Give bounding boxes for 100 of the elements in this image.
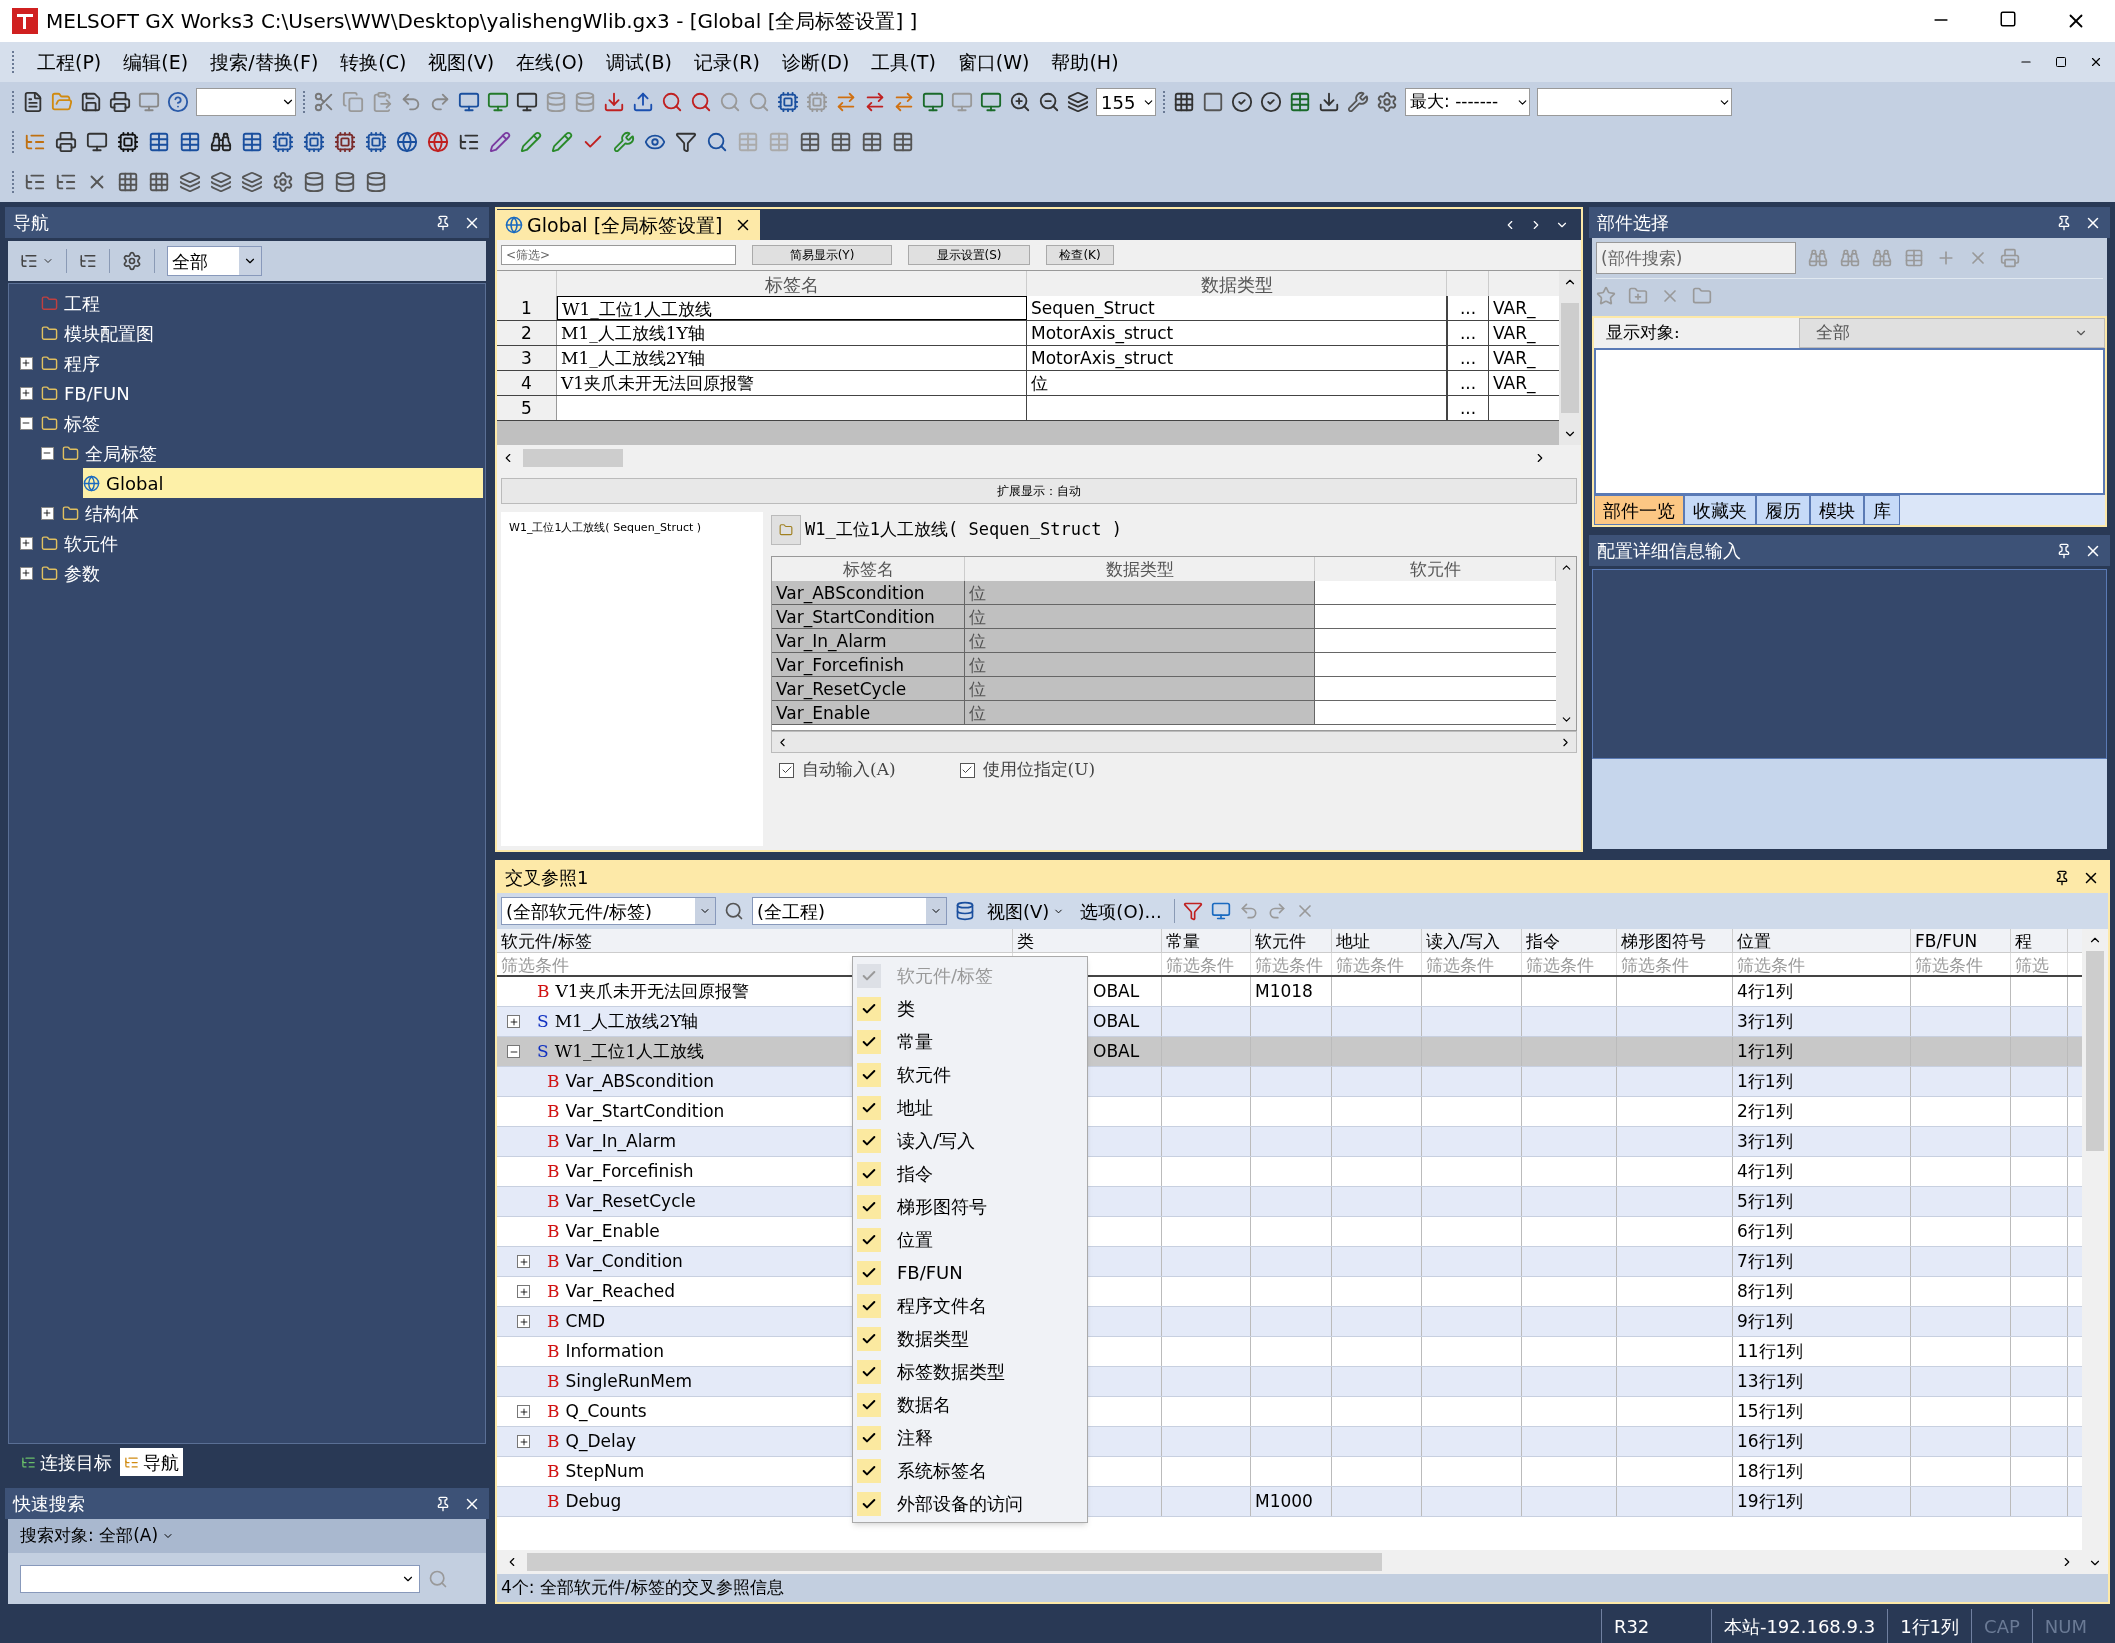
- scrollbar-thumb[interactable]: [2086, 951, 2104, 1151]
- pin-icon[interactable]: [2054, 869, 2070, 886]
- table-icon[interactable]: [241, 131, 263, 153]
- option-checkbox[interactable]: 使用位指定(U): [959, 757, 1096, 783]
- pin-icon[interactable]: [435, 214, 451, 231]
- collapse-toggle[interactable]: [40, 446, 54, 460]
- panel-tab[interactable]: 部件一览: [1594, 495, 1684, 525]
- monitor-icon[interactable]: [86, 131, 108, 153]
- expand-toggle[interactable]: [19, 536, 33, 550]
- expand-toggle[interactable]: [517, 1255, 530, 1268]
- menu-item[interactable]: 调试(B): [606, 47, 672, 77]
- search-icon[interactable]: [706, 131, 728, 153]
- table-icon[interactable]: [148, 131, 170, 153]
- database-icon[interactable]: [365, 171, 387, 193]
- panel-tab[interactable]: 模块: [1810, 495, 1864, 525]
- search-icon[interactable]: [724, 901, 744, 921]
- toolbar-button[interactable]: 简易显示(Y): [752, 245, 892, 265]
- printer-icon[interactable]: [55, 131, 77, 153]
- layers-icon[interactable]: [241, 171, 263, 193]
- checkbox[interactable]: [857, 1194, 881, 1219]
- browse-button[interactable]: ...: [1447, 321, 1489, 345]
- tree-item[interactable]: 软元件: [41, 528, 126, 558]
- settings-icon[interactable]: [1376, 91, 1398, 113]
- tree-item[interactable]: 标签: [41, 408, 108, 438]
- horizontal-scrollbar[interactable]: [771, 731, 1577, 753]
- checkbox[interactable]: [857, 996, 881, 1021]
- wrench-icon[interactable]: [613, 131, 635, 153]
- tree-item[interactable]: 程序: [41, 348, 108, 378]
- table-icon[interactable]: [179, 131, 201, 153]
- table-icon[interactable]: [861, 131, 883, 153]
- grid-icon[interactable]: [148, 171, 170, 193]
- printer-icon[interactable]: [109, 91, 131, 113]
- checkbox[interactable]: [857, 1392, 881, 1417]
- vertical-scrollbar[interactable]: [2082, 929, 2108, 1574]
- chip-icon[interactable]: [334, 131, 356, 153]
- menu-item[interactable]: 转换(C): [340, 47, 407, 77]
- collapse-toggle[interactable]: [19, 416, 33, 430]
- monitor-icon[interactable]: [458, 91, 480, 113]
- toolbar-menu[interactable]: 选项(O)...: [1076, 897, 1166, 925]
- chip-icon[interactable]: [117, 131, 139, 153]
- display-dropdown[interactable]: 全部: [1799, 318, 2105, 348]
- filter-dropdown[interactable]: 全部: [167, 246, 262, 276]
- menu-item[interactable]: 在线(O): [516, 47, 584, 77]
- toolbar-combo[interactable]: [1537, 88, 1732, 116]
- monitor-icon[interactable]: [980, 91, 1002, 113]
- menu-item[interactable]: 读入/写入: [853, 1124, 1087, 1157]
- panel-tab[interactable]: 连接目标: [17, 1448, 116, 1476]
- filter-icon[interactable]: [1182, 901, 1203, 921]
- layers-icon[interactable]: [1067, 91, 1089, 113]
- expand-toggle[interactable]: [19, 356, 33, 370]
- toolbar-button[interactable]: 显示设置(S): [908, 245, 1030, 265]
- filter-input[interactable]: <筛选>: [501, 245, 736, 265]
- checkbox[interactable]: [857, 1458, 881, 1483]
- checkbox[interactable]: [857, 1062, 881, 1087]
- monitor-icon[interactable]: [922, 91, 944, 113]
- layers-icon[interactable]: [210, 171, 232, 193]
- download-icon[interactable]: [1318, 91, 1340, 113]
- tree-item[interactable]: 结构体: [62, 498, 147, 528]
- scale-combo[interactable]: 最大: -------: [1405, 88, 1530, 116]
- grid-icon[interactable]: [1173, 91, 1195, 113]
- checkbox[interactable]: [857, 1359, 881, 1384]
- checkbox[interactable]: [857, 1425, 881, 1450]
- checkbox[interactable]: [959, 762, 975, 778]
- pencil-icon[interactable]: [520, 131, 542, 153]
- pin-icon[interactable]: [435, 1495, 451, 1512]
- vertical-scrollbar[interactable]: [1556, 557, 1576, 730]
- expand-toggle[interactable]: [517, 1405, 530, 1418]
- option-checkbox[interactable]: 自动输入(A): [779, 757, 896, 783]
- menu-item[interactable]: 外部设备的访问: [853, 1487, 1087, 1520]
- menu-item[interactable]: 视图(V): [428, 47, 495, 77]
- document-tab[interactable]: Global [全局标签设置]: [497, 210, 761, 240]
- panel-tab[interactable]: 导航: [120, 1448, 183, 1476]
- menu-item[interactable]: 搜索/替换(F): [210, 47, 319, 77]
- pencil-icon[interactable]: [489, 131, 511, 153]
- wrench-icon[interactable]: [1347, 91, 1369, 113]
- check-icon[interactable]: [1260, 91, 1282, 113]
- pin-icon[interactable]: [2056, 542, 2072, 559]
- checkbox[interactable]: [857, 1227, 881, 1252]
- tree-item[interactable]: 工程: [41, 288, 108, 318]
- menu-item[interactable]: 工程(P): [37, 47, 102, 77]
- panel-tab[interactable]: 履历: [1756, 495, 1810, 525]
- expand-toggle[interactable]: [40, 506, 54, 520]
- menu-item[interactable]: 系统标签名: [853, 1454, 1087, 1487]
- table-icon[interactable]: [830, 131, 852, 153]
- scrollbar-thumb[interactable]: [523, 448, 623, 467]
- checkbox[interactable]: [857, 1128, 881, 1153]
- browse-button[interactable]: ...: [1447, 396, 1489, 420]
- close-icon[interactable]: [2089, 55, 2103, 69]
- browse-button[interactable]: ...: [1447, 346, 1489, 370]
- save-icon[interactable]: [80, 91, 102, 113]
- pencil-icon[interactable]: [551, 131, 573, 153]
- parts-search-field[interactable]: (部件搜索): [1596, 242, 1796, 274]
- table-icon[interactable]: [1289, 91, 1311, 113]
- table-icon[interactable]: [799, 131, 821, 153]
- expand-toggle[interactable]: [19, 386, 33, 400]
- tree-icon[interactable]: [20, 252, 38, 270]
- pin-icon[interactable]: [2056, 214, 2072, 231]
- help-icon[interactable]: [167, 91, 189, 113]
- collapse-toggle[interactable]: [507, 1045, 520, 1058]
- database-icon[interactable]: [955, 901, 975, 921]
